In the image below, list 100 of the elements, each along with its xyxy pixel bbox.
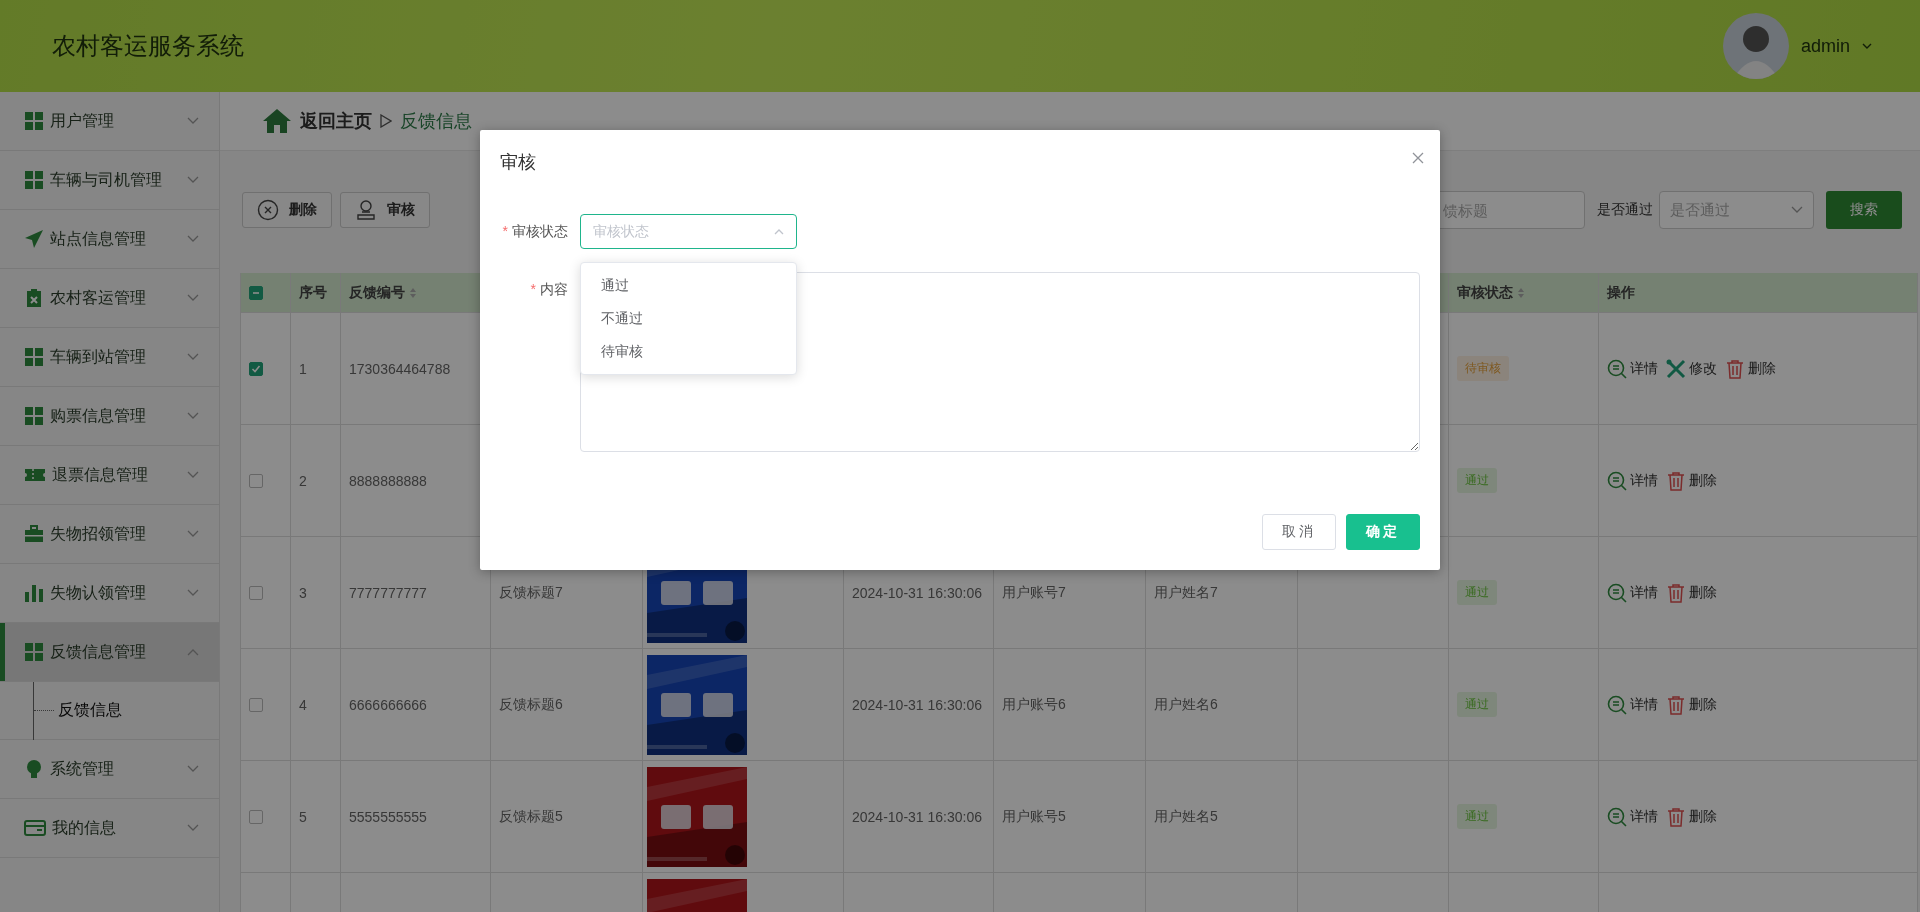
caret-icon bbox=[1862, 43, 1872, 49]
delete-link[interactable]: 删除 bbox=[1666, 470, 1717, 491]
sidebar-item[interactable]: 车辆到站管理 bbox=[0, 328, 219, 387]
app-title: 农村客运服务系统 bbox=[52, 31, 244, 61]
table-cell: 1730364464788 bbox=[349, 360, 451, 377]
search-button[interactable]: 搜索 bbox=[1826, 191, 1902, 229]
column-header: 操作 bbox=[1607, 283, 1635, 302]
lightbulb-icon bbox=[24, 759, 44, 779]
field-label: 审核状态 bbox=[512, 223, 568, 239]
chevron-icon bbox=[1791, 206, 1803, 214]
sidebar-item[interactable]: 车辆与司机管理 bbox=[0, 151, 219, 210]
sidebar-item[interactable]: 退票信息管理 bbox=[0, 446, 219, 505]
trash-icon bbox=[1666, 470, 1686, 491]
sidebar-item[interactable]: 我的信息 bbox=[0, 799, 219, 858]
checkbox[interactable] bbox=[249, 361, 263, 376]
sidebar-item[interactable]: 系统管理 bbox=[0, 740, 219, 799]
detail-icon bbox=[1607, 582, 1627, 603]
detail-link[interactable]: 详情 bbox=[1607, 470, 1658, 491]
detail-icon bbox=[1607, 806, 1627, 827]
detail-link[interactable]: 详情 bbox=[1607, 806, 1658, 827]
checkbox[interactable] bbox=[249, 473, 263, 488]
checkbox[interactable] bbox=[249, 697, 263, 712]
table-cell: 5 bbox=[299, 808, 307, 825]
table-cell: 4 bbox=[299, 696, 307, 713]
close-circle-icon bbox=[257, 199, 279, 221]
status-tag: 通过 bbox=[1457, 804, 1497, 829]
briefcase-icon bbox=[24, 524, 44, 544]
audit-button[interactable]: 审核 bbox=[340, 192, 430, 228]
dropdown-option[interactable]: 不通过 bbox=[581, 302, 796, 335]
table-cell: 2024-10-31 16:30:06 bbox=[852, 808, 982, 825]
edit-link[interactable]: 修改 bbox=[1666, 358, 1717, 379]
table-cell: 反馈标题5 bbox=[499, 807, 563, 826]
checkbox[interactable] bbox=[249, 809, 263, 824]
checkbox[interactable] bbox=[249, 585, 263, 600]
detail-icon bbox=[1607, 694, 1627, 715]
sidebar-item[interactable]: 站点信息管理 bbox=[0, 210, 219, 269]
table-cell: 3 bbox=[299, 584, 307, 601]
detail-icon bbox=[1607, 470, 1627, 491]
required-mark: * bbox=[502, 223, 508, 239]
sidebar-item[interactable]: 失物招领管理 bbox=[0, 505, 219, 564]
table-cell: 用户账号7 bbox=[1002, 583, 1066, 602]
sidebar-item[interactable]: 用户管理 bbox=[0, 92, 219, 151]
sidebar-item[interactable]: 反馈信息管理 bbox=[0, 623, 219, 682]
status-tag: 通过 bbox=[1457, 580, 1497, 605]
dropdown-option[interactable]: 待审核 bbox=[581, 335, 796, 368]
caret-icon bbox=[774, 228, 784, 235]
home-icon bbox=[262, 108, 292, 134]
table-cell: 6666666666 bbox=[349, 696, 427, 713]
column-header: 审核状态 bbox=[1457, 283, 1513, 302]
sidebar-subitem[interactable]: 反馈信息 bbox=[58, 700, 122, 721]
trash-icon bbox=[1666, 582, 1686, 603]
delete-link[interactable]: 删除 bbox=[1666, 582, 1717, 603]
delete-link[interactable]: 删除 bbox=[1666, 806, 1717, 827]
column-header: 反馈编号 bbox=[349, 283, 405, 302]
table-cell: 7777777777 bbox=[349, 584, 427, 601]
field-label: 是否通过 bbox=[1597, 201, 1653, 219]
card-icon bbox=[24, 818, 46, 838]
grid-icon bbox=[24, 642, 44, 662]
detail-icon bbox=[1607, 358, 1627, 379]
delete-link[interactable]: 删除 bbox=[1666, 694, 1717, 715]
table-cell: 2024-10-31 16:30:06 bbox=[852, 584, 982, 601]
grid-icon bbox=[24, 347, 44, 367]
grid-icon bbox=[24, 170, 44, 190]
sidebar-item[interactable]: 购票信息管理 bbox=[0, 387, 219, 446]
table-cell: 用户账号5 bbox=[1002, 807, 1066, 826]
grid-icon bbox=[24, 406, 44, 426]
breadcrumb-current: 反馈信息 bbox=[400, 110, 472, 133]
dropdown-option[interactable]: 通过 bbox=[581, 269, 796, 302]
sidebar-item[interactable]: 农村客运管理 bbox=[0, 269, 219, 328]
dialog-title: 审核 bbox=[500, 151, 536, 174]
table-cell: 2024-10-31 16:30:06 bbox=[852, 696, 982, 713]
trash-icon bbox=[1666, 694, 1686, 715]
detail-link[interactable]: 详情 bbox=[1607, 358, 1658, 379]
required-mark: * bbox=[530, 281, 536, 297]
person-icon bbox=[355, 199, 377, 221]
table-cell: 用户姓名5 bbox=[1154, 807, 1218, 826]
close-button[interactable] bbox=[1412, 152, 1424, 164]
status-tag: 待审核 bbox=[1457, 356, 1509, 381]
table-cell: 用户账号6 bbox=[1002, 695, 1066, 714]
table-cell: 8888888888 bbox=[349, 472, 427, 489]
tools-icon bbox=[1666, 358, 1686, 379]
status-tag: 通过 bbox=[1457, 692, 1497, 717]
clipboard-icon bbox=[24, 288, 44, 308]
delete-link[interactable]: 删除 bbox=[1725, 358, 1776, 379]
user-menu[interactable]: admin bbox=[1800, 35, 1850, 57]
detail-link[interactable]: 详情 bbox=[1607, 694, 1658, 715]
cancel-button[interactable]: 取消 bbox=[1262, 514, 1336, 550]
table-cell: 反馈标题7 bbox=[499, 583, 563, 602]
check-mark-icon bbox=[251, 363, 261, 374]
home-link[interactable]: 返回主页 bbox=[300, 109, 372, 133]
paper-plane-icon bbox=[24, 229, 44, 249]
detail-link[interactable]: 详情 bbox=[1607, 582, 1658, 603]
checkbox[interactable] bbox=[249, 285, 263, 300]
triangle-icon bbox=[380, 114, 392, 128]
bar-chart-icon bbox=[24, 583, 44, 603]
trash-icon bbox=[1666, 806, 1686, 827]
grid-icon bbox=[24, 111, 44, 131]
table-cell: 用户姓名7 bbox=[1154, 583, 1218, 602]
field-label: 内容 bbox=[540, 281, 568, 297]
delete-button[interactable]: 删除 bbox=[242, 192, 332, 228]
